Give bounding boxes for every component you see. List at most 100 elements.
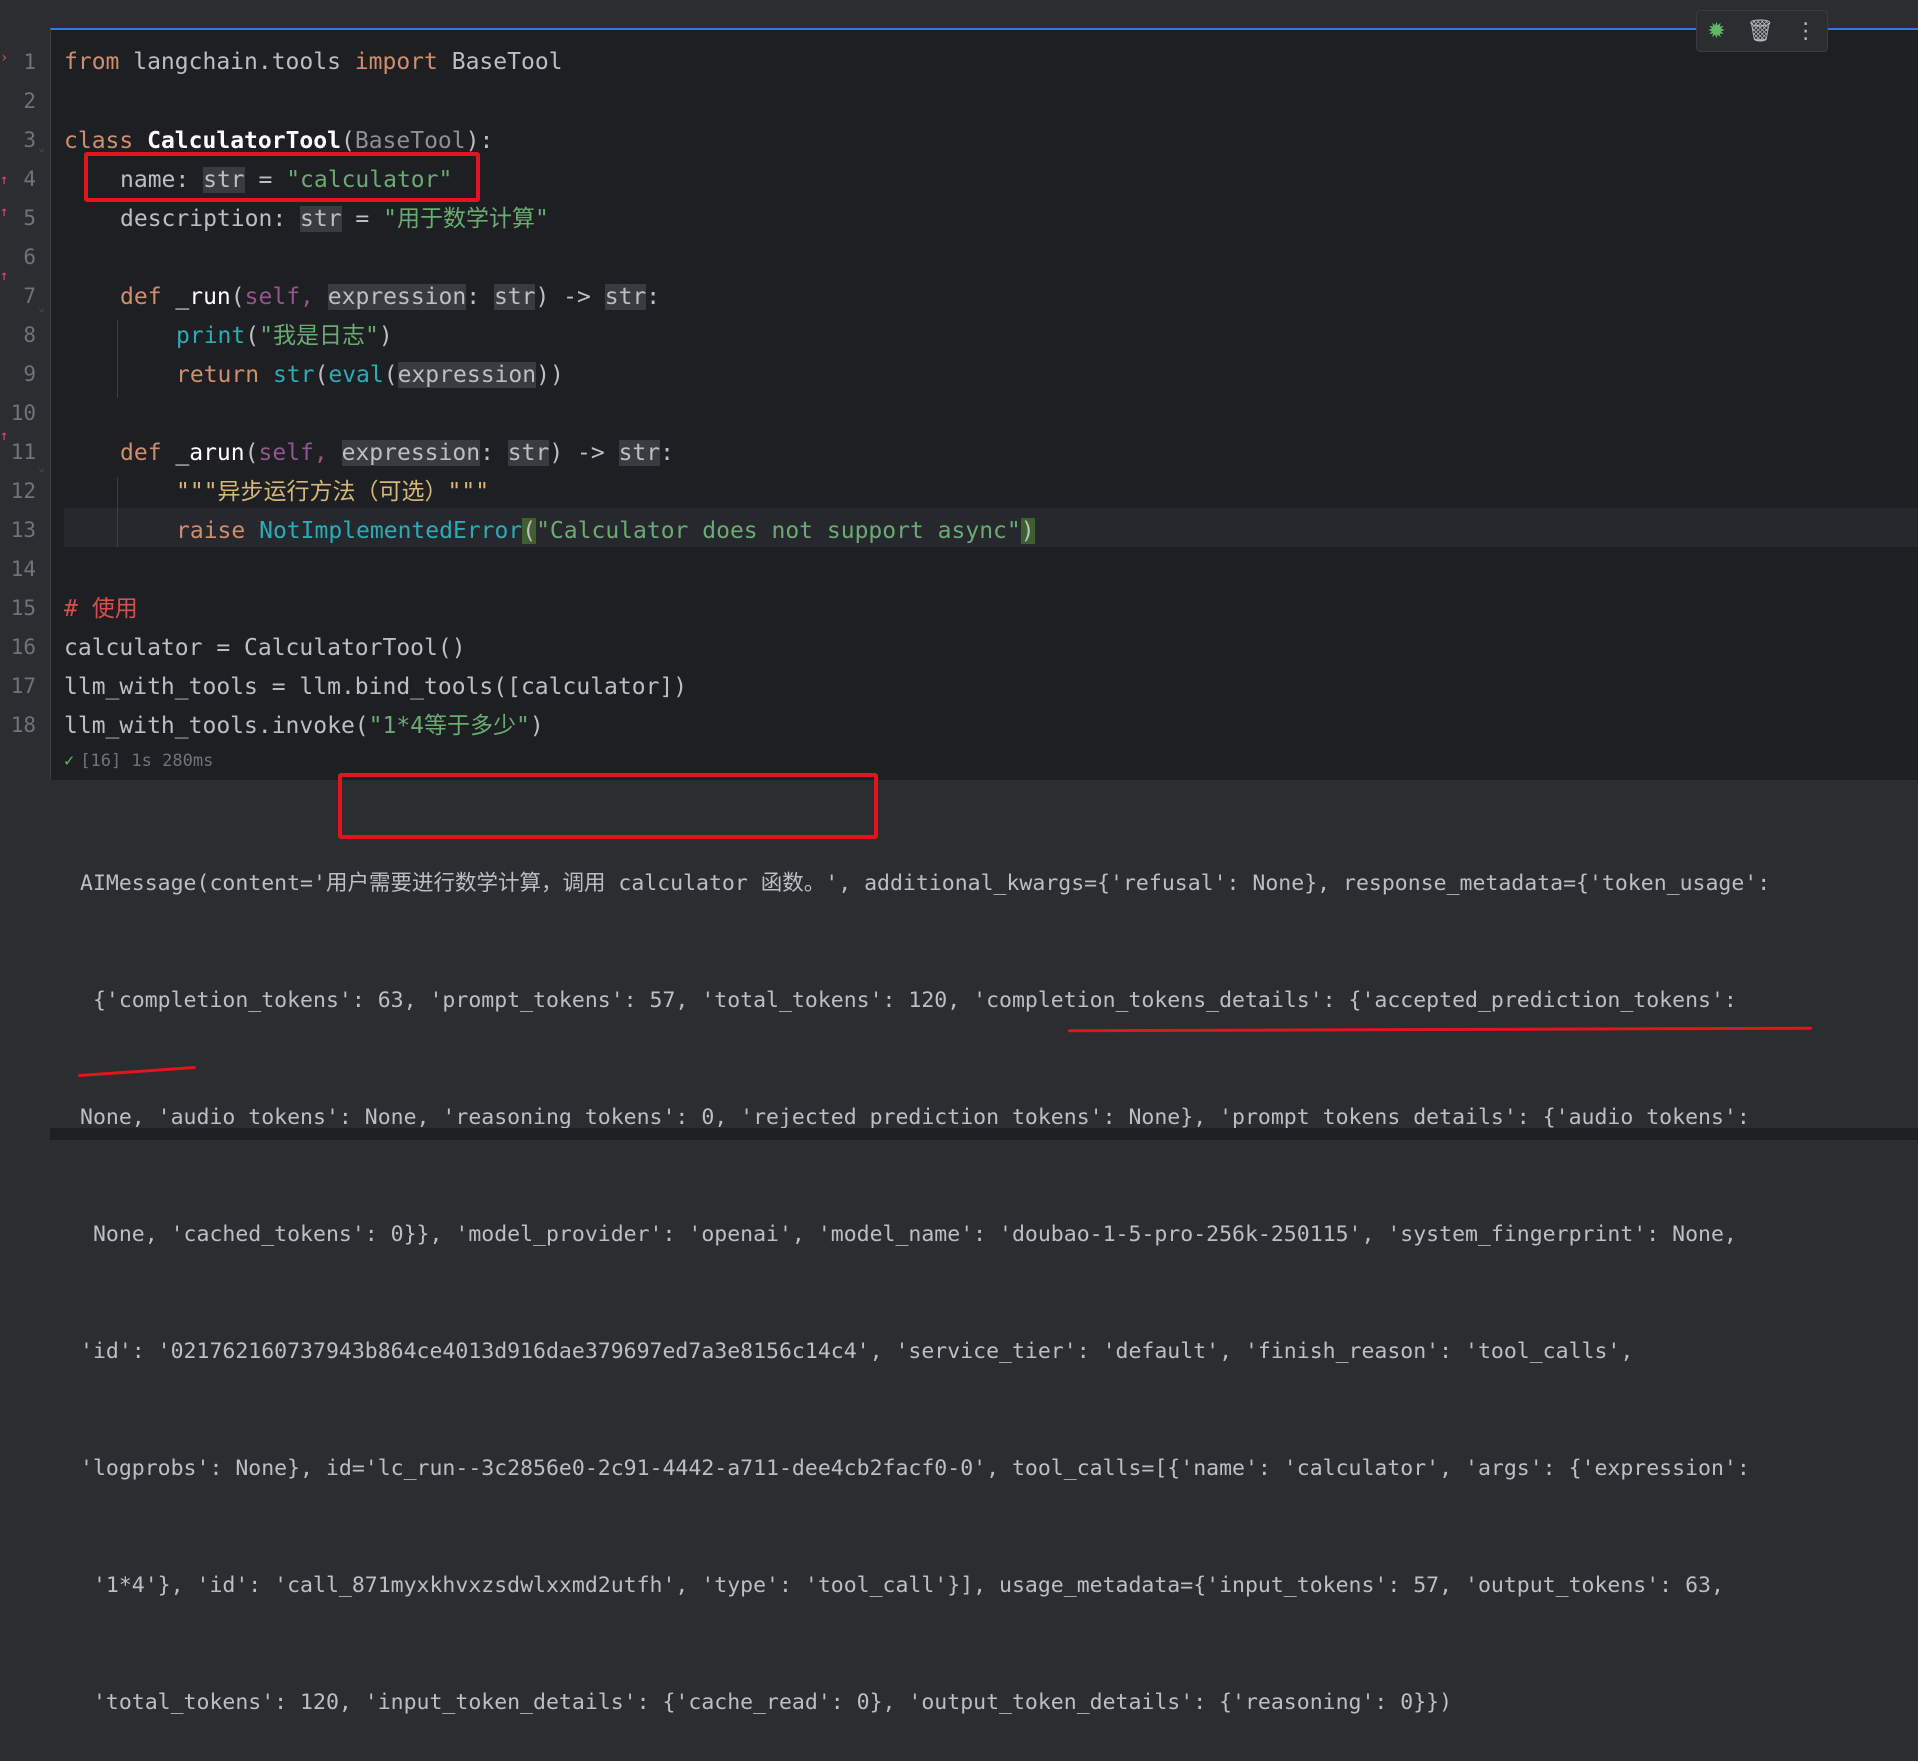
- output-line: {'completion_tokens': 63, 'prompt_tokens…: [80, 988, 1737, 1013]
- line-number: 14: [10, 557, 36, 581]
- code-line-15[interactable]: # 使用: [64, 590, 138, 629]
- output-line: AIMessage(content='用户需要进行数学计算，调用 calcula…: [80, 871, 1771, 896]
- output-line: 'logprobs': None}, id='lc_run--3c2856e0-…: [80, 1456, 1750, 1481]
- code-line-4[interactable]: name: str = "calculator": [120, 161, 452, 200]
- code-line-17[interactable]: llm_with_tools = llm.bind_tools([calcula…: [64, 668, 687, 707]
- type-hint: str: [493, 284, 536, 310]
- fold-icon[interactable]: ⌄: [38, 140, 45, 154]
- type-hint: str: [203, 167, 245, 193]
- line-number: 8: [23, 323, 36, 347]
- paren: (: [244, 440, 259, 466]
- paren: ): [529, 713, 544, 739]
- line-number: 3: [23, 128, 36, 152]
- keyword: raise: [176, 518, 246, 544]
- colon: :: [646, 284, 661, 310]
- paren: (: [245, 323, 260, 349]
- colon: :: [660, 440, 674, 466]
- operator: =: [244, 167, 287, 193]
- string-literal: "1*4等于多少": [368, 713, 530, 739]
- output-line: 'id': '021762160737943b864ce4013d916dae3…: [80, 1339, 1634, 1364]
- line-number: 15: [10, 596, 36, 620]
- paren: ): [1020, 518, 1035, 544]
- code-line-1[interactable]: from langchain.tools import BaseTool: [64, 43, 563, 82]
- bug-icon[interactable]: ✹: [1707, 19, 1725, 44]
- self-param: self,: [258, 440, 342, 466]
- line-number: 17: [10, 674, 36, 698]
- check-icon: ✓: [64, 751, 75, 771]
- code-line-5[interactable]: description: str = "用于数学计算": [120, 200, 549, 239]
- override-marker-icon: ↑: [0, 204, 9, 220]
- paren: (: [340, 128, 355, 154]
- output-line: None, 'cached_tokens': 0}}, 'model_provi…: [80, 1222, 1737, 1247]
- output-line: '1*4'}, 'id': 'call_871myxkhvxzsdwlxxmd2…: [80, 1573, 1724, 1598]
- bottom-strip: [50, 1128, 1918, 1140]
- code-line-18[interactable]: llm_with_tools.invoke("1*4等于多少"): [64, 707, 544, 746]
- paren: (: [522, 518, 537, 544]
- keyword: def: [120, 284, 162, 310]
- param-name: expression: [341, 440, 481, 466]
- paren: ):: [465, 128, 494, 154]
- line-number: 13: [10, 518, 36, 542]
- line-number: 18: [10, 713, 36, 737]
- class-name: CalculatorTool: [147, 128, 341, 154]
- output-line: 'total_tokens': 120, 'input_token_detail…: [80, 1690, 1453, 1715]
- paren: (: [230, 284, 245, 310]
- top-strip: [0, 0, 1918, 28]
- line-number: 16: [10, 635, 36, 659]
- arrow: ) ->: [535, 284, 605, 310]
- exception-class: NotImplementedError: [259, 518, 523, 544]
- keyword: import: [354, 49, 438, 75]
- keyword: return: [176, 362, 260, 388]
- fold-icon[interactable]: ⌄: [38, 300, 45, 314]
- colon: :: [466, 284, 494, 310]
- override-marker-icon: ↑: [0, 268, 9, 284]
- base-class: BaseTool: [354, 128, 466, 154]
- code-line-8[interactable]: print("我是日志"): [176, 317, 393, 356]
- indent-guide: [117, 320, 118, 398]
- code-line-3[interactable]: class CalculatorTool(BaseTool):: [64, 122, 493, 161]
- self-param: self,: [244, 284, 328, 310]
- override-marker-icon: ↑: [0, 172, 9, 188]
- docstring: """异步运行方法（可选）""": [176, 479, 490, 505]
- arrow: ) ->: [549, 440, 619, 466]
- code-line-11[interactable]: def _arun(self, expression: str) -> str:: [120, 434, 674, 473]
- type-hint: str: [300, 206, 342, 232]
- run-marker-icon: ›: [0, 50, 9, 66]
- code-line-16[interactable]: calculator = CalculatorTool(): [64, 629, 466, 668]
- code-line-13[interactable]: raise NotImplementedError("Calculator do…: [176, 512, 1035, 551]
- cell-toolbar: ✹ 🗑 ⋮: [1696, 10, 1828, 52]
- code-line-9[interactable]: return str(eval(expression)): [176, 356, 564, 395]
- string-literal: "用于数学计算": [383, 206, 549, 232]
- type-hint: str: [618, 440, 661, 466]
- trash-icon[interactable]: 🗑: [1746, 19, 1774, 44]
- code-line-7[interactable]: def _run(self, expression: str) -> str:: [120, 278, 660, 317]
- code-line-12[interactable]: """异步运行方法（可选）""": [176, 473, 489, 512]
- comment: # 使用: [64, 596, 138, 622]
- line-number: 12: [10, 479, 36, 503]
- builtin-function: eval: [328, 362, 384, 388]
- function-name: _arun: [161, 440, 245, 466]
- builtin-function: str: [272, 362, 315, 388]
- indent-guide: [117, 477, 118, 547]
- type-hint: str: [507, 440, 550, 466]
- colon: :: [480, 440, 508, 466]
- module-name: langchain.tools: [119, 49, 355, 75]
- execution-status: ✓ [16] 1s 280ms: [64, 748, 213, 774]
- keyword: def: [120, 440, 162, 466]
- string-literal: "我是日志": [259, 323, 379, 349]
- code-text: llm_with_tools.invoke(: [64, 713, 369, 739]
- paren: (: [383, 362, 398, 388]
- paren: (: [314, 362, 329, 388]
- cell-output[interactable]: AIMessage(content='用户需要进行数学计算，调用 calcula…: [80, 786, 1900, 1761]
- fold-icon[interactable]: ⌄: [38, 460, 45, 474]
- paren: )): [536, 362, 564, 388]
- more-vertical-icon[interactable]: ⋮: [1795, 19, 1817, 44]
- builtin-function: print: [176, 323, 246, 349]
- string-literal: "calculator": [286, 167, 453, 193]
- override-marker-icon: ↑: [0, 428, 9, 444]
- line-number: 2: [23, 89, 36, 113]
- execution-time: [16] 1s 280ms: [80, 751, 214, 771]
- keyword: from: [64, 49, 120, 75]
